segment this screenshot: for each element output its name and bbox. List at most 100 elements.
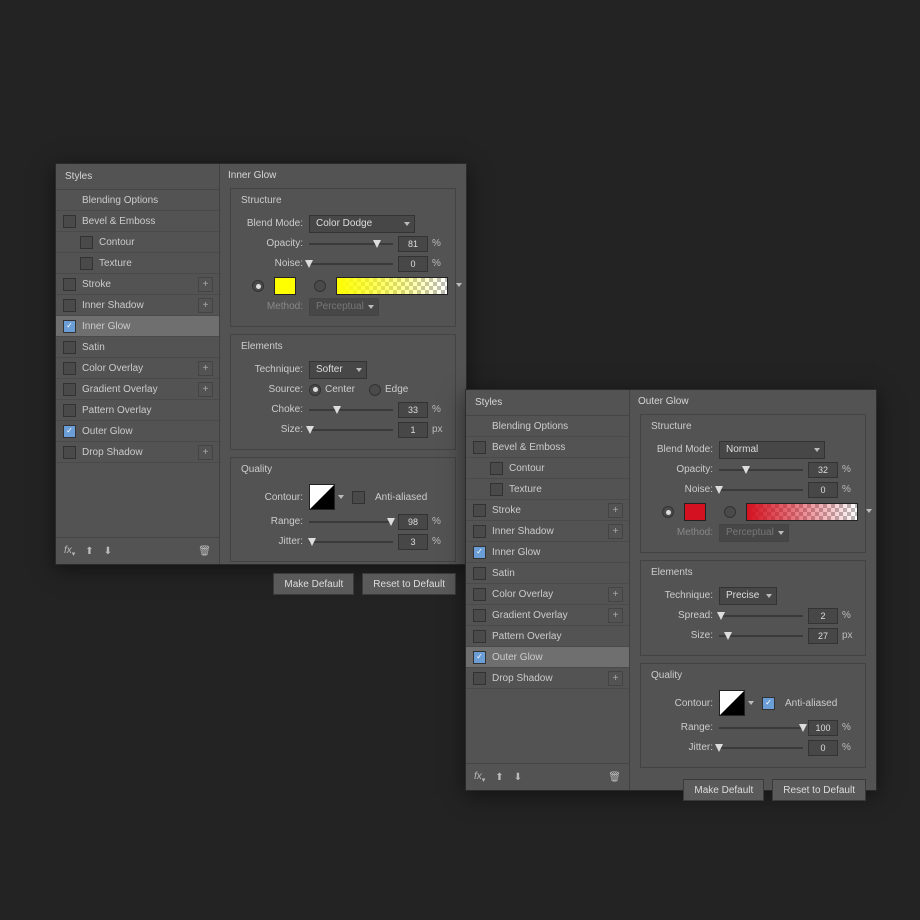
style-checkbox[interactable] <box>63 446 76 459</box>
style-checkbox[interactable] <box>473 567 486 580</box>
trash-icon[interactable]: 🗑 <box>608 772 621 783</box>
size-slider[interactable] <box>719 629 803 643</box>
style-row-pattern-overlay[interactable]: Pattern Overlay <box>56 400 219 421</box>
style-checkbox[interactable] <box>473 525 486 538</box>
down-icon[interactable]: ⬇ <box>104 546 112 557</box>
jitter-value[interactable]: 0 <box>808 740 838 756</box>
range-value[interactable]: 98 <box>398 514 428 530</box>
gradient-swatch[interactable] <box>746 503 858 521</box>
style-checkbox[interactable] <box>63 299 76 312</box>
noise-slider[interactable] <box>309 257 393 271</box>
fx-icon[interactable]: fx▾ <box>64 545 75 558</box>
style-row-texture[interactable]: Texture <box>56 253 219 274</box>
blend-mode-select[interactable]: Color Dodge <box>309 215 415 233</box>
source-edge-radio[interactable] <box>369 384 381 396</box>
style-checkbox[interactable] <box>80 257 93 270</box>
opacity-value[interactable]: 32 <box>808 462 838 478</box>
add-effect-icon[interactable]: + <box>198 445 213 460</box>
add-effect-icon[interactable]: + <box>198 382 213 397</box>
noise-slider[interactable] <box>719 483 803 497</box>
trash-icon[interactable]: 🗑 <box>198 546 211 557</box>
solid-color-radio[interactable] <box>252 280 264 292</box>
style-row-gradient-overlay[interactable]: Gradient Overlay+ <box>466 605 629 626</box>
add-effect-icon[interactable]: + <box>198 298 213 313</box>
add-effect-icon[interactable]: + <box>608 608 623 623</box>
up-icon[interactable]: ⬆ <box>85 546 93 557</box>
add-effect-icon[interactable]: + <box>608 524 623 539</box>
noise-value[interactable]: 0 <box>808 482 838 498</box>
opacity-value[interactable]: 81 <box>398 236 428 252</box>
source-center-radio[interactable] <box>309 384 321 396</box>
style-row-pattern-overlay[interactable]: Pattern Overlay <box>466 626 629 647</box>
style-row-color-overlay[interactable]: Color Overlay+ <box>56 358 219 379</box>
style-checkbox[interactable] <box>63 278 76 291</box>
style-row-texture[interactable]: Texture <box>466 479 629 500</box>
size-value[interactable]: 27 <box>808 628 838 644</box>
style-checkbox[interactable] <box>473 441 486 454</box>
choke-value[interactable]: 33 <box>398 402 428 418</box>
blending-options-row[interactable]: Blending Options <box>56 190 219 211</box>
style-checkbox[interactable] <box>473 588 486 601</box>
reset-default-button[interactable]: Reset to Default <box>772 779 866 801</box>
range-slider[interactable] <box>719 721 803 735</box>
style-row-bevel-emboss[interactable]: Bevel & Emboss <box>466 437 629 458</box>
contour-picker[interactable] <box>719 690 745 716</box>
add-effect-icon[interactable]: + <box>608 671 623 686</box>
down-icon[interactable]: ⬇ <box>514 772 522 783</box>
style-checkbox[interactable] <box>473 546 486 559</box>
style-row-stroke[interactable]: Stroke+ <box>466 500 629 521</box>
style-checkbox[interactable] <box>80 236 93 249</box>
style-row-color-overlay[interactable]: Color Overlay+ <box>466 584 629 605</box>
spread-value[interactable]: 2 <box>808 608 838 624</box>
add-effect-icon[interactable]: + <box>198 277 213 292</box>
opacity-slider[interactable] <box>309 237 393 251</box>
style-checkbox[interactable] <box>473 651 486 664</box>
add-effect-icon[interactable]: + <box>608 587 623 602</box>
jitter-value[interactable]: 3 <box>398 534 428 550</box>
style-row-bevel-emboss[interactable]: Bevel & Emboss <box>56 211 219 232</box>
style-checkbox[interactable] <box>63 383 76 396</box>
style-checkbox[interactable] <box>63 320 76 333</box>
anti-aliased-checkbox[interactable] <box>352 491 365 504</box>
color-swatch[interactable] <box>684 503 706 521</box>
style-checkbox[interactable] <box>63 215 76 228</box>
size-slider[interactable] <box>309 423 393 437</box>
add-effect-icon[interactable]: + <box>198 361 213 376</box>
style-row-satin[interactable]: Satin <box>466 563 629 584</box>
gradient-radio[interactable] <box>724 506 736 518</box>
style-row-gradient-overlay[interactable]: Gradient Overlay+ <box>56 379 219 400</box>
range-slider[interactable] <box>309 515 393 529</box>
range-value[interactable]: 100 <box>808 720 838 736</box>
style-row-inner-glow[interactable]: Inner Glow <box>466 542 629 563</box>
style-checkbox[interactable] <box>63 425 76 438</box>
style-checkbox[interactable] <box>63 341 76 354</box>
up-icon[interactable]: ⬆ <box>495 772 503 783</box>
gradient-radio[interactable] <box>314 280 326 292</box>
make-default-button[interactable]: Make Default <box>273 573 354 595</box>
fx-icon[interactable]: fx▾ <box>474 771 485 784</box>
blending-options-row[interactable]: Blending Options <box>466 416 629 437</box>
style-checkbox[interactable] <box>473 630 486 643</box>
opacity-slider[interactable] <box>719 463 803 477</box>
noise-value[interactable]: 0 <box>398 256 428 272</box>
style-row-outer-glow[interactable]: Outer Glow <box>466 647 629 668</box>
blend-mode-select[interactable]: Normal <box>719 441 825 459</box>
style-checkbox[interactable] <box>473 504 486 517</box>
style-row-satin[interactable]: Satin <box>56 337 219 358</box>
style-row-drop-shadow[interactable]: Drop Shadow+ <box>56 442 219 463</box>
anti-aliased-checkbox[interactable] <box>762 697 775 710</box>
style-row-inner-shadow[interactable]: Inner Shadow+ <box>56 295 219 316</box>
style-checkbox[interactable] <box>63 362 76 375</box>
style-checkbox[interactable] <box>63 404 76 417</box>
style-checkbox[interactable] <box>490 462 503 475</box>
style-row-contour[interactable]: Contour <box>466 458 629 479</box>
style-row-drop-shadow[interactable]: Drop Shadow+ <box>466 668 629 689</box>
jitter-slider[interactable] <box>719 741 803 755</box>
solid-color-radio[interactable] <box>662 506 674 518</box>
choke-slider[interactable] <box>309 403 393 417</box>
technique-select[interactable]: Softer <box>309 361 367 379</box>
spread-slider[interactable] <box>719 609 803 623</box>
style-row-inner-shadow[interactable]: Inner Shadow+ <box>466 521 629 542</box>
add-effect-icon[interactable]: + <box>608 503 623 518</box>
style-row-contour[interactable]: Contour <box>56 232 219 253</box>
